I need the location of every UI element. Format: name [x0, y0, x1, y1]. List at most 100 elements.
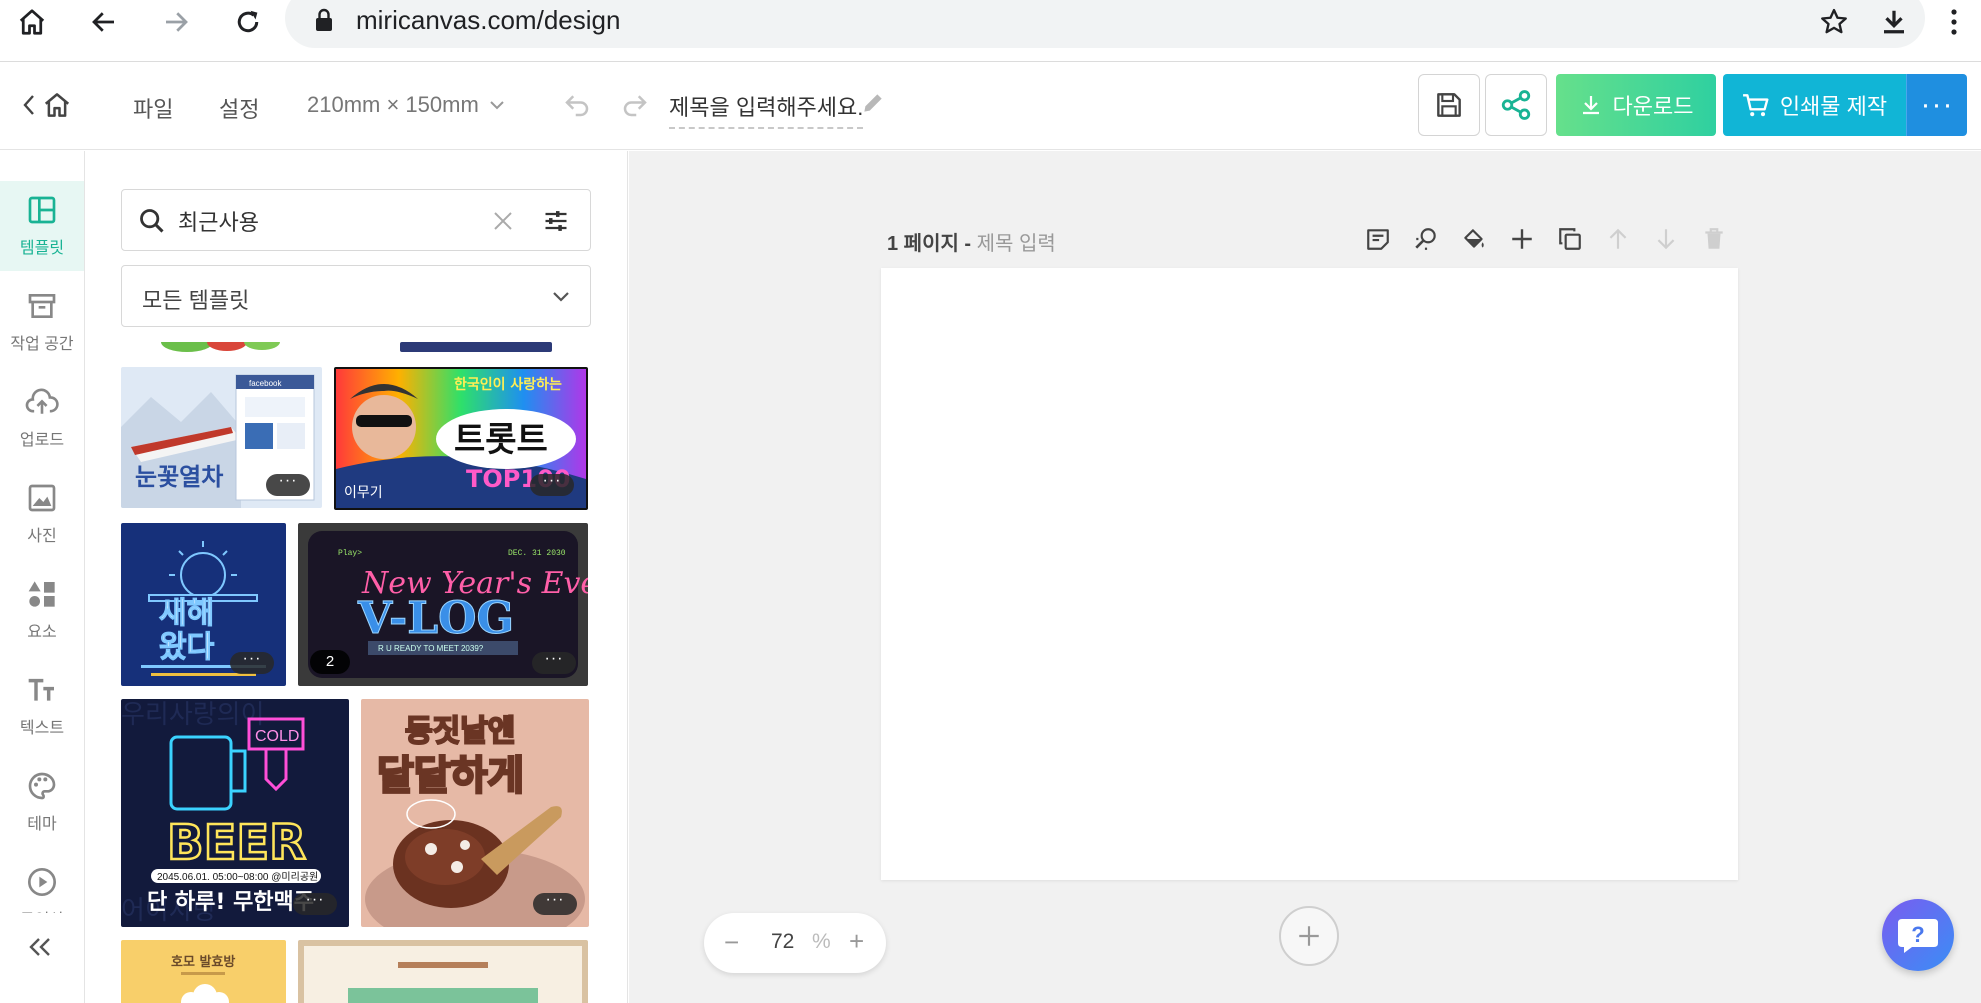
svg-text:새해: 새해 — [159, 596, 214, 631]
design-title-input[interactable]: 제목을 입력해주세요. — [669, 90, 864, 129]
page-count-badge: 2 — [310, 650, 350, 674]
sidebar-item-elements[interactable]: 요소 — [0, 565, 84, 655]
template-thumbnail[interactable]: Play> DEC. 31 2030 New Year's Eve V-LOG … — [298, 523, 588, 686]
delete-page-icon[interactable] — [1698, 223, 1730, 255]
pencil-icon[interactable] — [860, 90, 886, 116]
svg-text:Play>: Play> — [338, 549, 362, 558]
clear-search-icon[interactable] — [492, 210, 514, 232]
template-search-box[interactable] — [121, 189, 591, 251]
download-icon[interactable] — [1874, 2, 1914, 42]
template-thumbnail[interactable]: facebook 눈꽃열차 ··· — [121, 367, 322, 508]
magic-wand-icon[interactable] — [1410, 223, 1442, 255]
chevron-left-icon — [23, 95, 34, 115]
plus-icon — [1299, 926, 1319, 946]
redo-icon[interactable] — [620, 90, 650, 120]
page-title-input[interactable]: 제목 입력 — [977, 233, 1056, 255]
page-header: 1 페이지 - 제목 입력 — [887, 227, 1056, 256]
text-icon — [28, 678, 54, 701]
thumbnail-more-button[interactable]: ··· — [266, 473, 310, 496]
home-icon[interactable] — [12, 2, 52, 42]
move-page-up-icon[interactable] — [1602, 223, 1634, 255]
thumbnail-more-button[interactable]: ··· — [532, 651, 576, 674]
thumbnail-more-button[interactable]: ··· — [293, 892, 337, 915]
template-thumbnail[interactable]: 우리사랑의이 어이사랑 COLD BEER 2045.06.01. 05:00~… — [121, 699, 349, 927]
thumbnail-more-button[interactable]: ··· — [533, 892, 577, 915]
thumbnail-more-button[interactable]: ··· — [230, 651, 274, 674]
url-text[interactable]: miricanvas.com/design — [356, 5, 620, 36]
settings-menu[interactable]: 설정 — [219, 92, 259, 124]
page-number-label: 1 페이지 - — [887, 233, 977, 255]
reload-icon[interactable] — [228, 2, 268, 42]
design-page[interactable] — [881, 268, 1738, 880]
file-menu[interactable]: 파일 — [133, 92, 173, 124]
paint-bucket-icon[interactable] — [1458, 223, 1490, 255]
cart-icon — [1742, 94, 1769, 117]
chevron-down-icon — [490, 101, 504, 110]
palette-icon — [28, 772, 56, 800]
svg-text:BEER: BEER — [167, 815, 306, 871]
help-chat-icon: ? — [1898, 919, 1938, 953]
sidebar-item-workspace[interactable]: 작업 공간 — [0, 277, 84, 367]
download-button[interactable]: 다운로드 — [1556, 74, 1716, 136]
duplicate-page-icon[interactable] — [1554, 223, 1586, 255]
template-thumbnail[interactable]: 새해 왔다 ··· — [121, 523, 286, 686]
zoom-out-button[interactable]: − — [724, 927, 739, 958]
home-button[interactable] — [22, 90, 72, 120]
back-icon[interactable] — [84, 2, 124, 42]
add-page-button[interactable] — [1279, 906, 1339, 966]
more-options-label: ··· — [1920, 88, 1954, 121]
home-icon — [44, 93, 70, 117]
download-arrow-icon — [1582, 96, 1599, 115]
template-thumbnail[interactable] — [298, 940, 588, 1003]
template-thumbnail[interactable]: 동짓날엔 달달하게 ··· — [361, 699, 589, 927]
template-thumbnail[interactable] — [400, 342, 552, 352]
print-order-button[interactable]: 인쇄물 제작 — [1723, 74, 1906, 136]
sidebar-item-theme[interactable]: 테마 — [0, 757, 84, 847]
thumbnail-more-button[interactable]: ··· — [530, 473, 574, 496]
sidebar-item-upload[interactable]: 업로드 — [0, 373, 84, 463]
template-thumbnail[interactable]: 트롯트 한국인이 사랑하는 TOP100 이무기 ··· — [334, 367, 588, 510]
save-button[interactable] — [1418, 74, 1480, 136]
bookmark-star-icon[interactable] — [1814, 2, 1854, 42]
undo-icon[interactable] — [562, 90, 592, 120]
archive-icon — [28, 294, 56, 318]
layout-icon — [28, 196, 56, 224]
zoom-in-button[interactable]: + — [849, 926, 864, 957]
image-icon — [28, 484, 56, 512]
cloud-upload-icon — [25, 388, 59, 414]
collapse-sidebar-icon[interactable] — [25, 935, 55, 959]
sidebar-item-label: 템플릿 — [19, 240, 65, 257]
help-button[interactable]: ? — [1882, 899, 1954, 971]
svg-text:2045.06.01. 05:00~08:00 @미리공원: 2045.06.01. 05:00~08:00 @미리공원 — [157, 871, 318, 883]
page-size-dropdown[interactable]: 210mm × 150mm — [307, 92, 505, 118]
svg-text:V-LOG: V-LOG — [357, 593, 514, 644]
sidebar-item-photos[interactable]: 사진 — [0, 469, 84, 559]
app-header: 파일 설정 210mm × 150mm 제목을 입력해주세요. 다운로드 인쇄물… — [0, 62, 1981, 150]
template-thumbnail[interactable]: 호모 발효방 — [121, 940, 286, 1003]
svg-text:facebook: facebook — [249, 379, 282, 388]
design-canvas-area: 1 페이지 - 제목 입력 − 72 % + ? — [629, 151, 1981, 1003]
page-notes-icon[interactable] — [1362, 223, 1394, 255]
zoom-value[interactable]: 72 — [771, 930, 794, 954]
share-button[interactable] — [1485, 74, 1547, 136]
sidebar-item-templates[interactable]: 템플릿 — [0, 181, 84, 271]
template-thumbnail[interactable] — [157, 342, 287, 352]
browser-toolbar: miricanvas.com/design — [0, 0, 1981, 62]
filter-sliders-icon[interactable] — [542, 207, 570, 235]
svg-text:COLD: COLD — [255, 728, 299, 745]
forward-icon[interactable] — [156, 2, 196, 42]
svg-text:달달하게: 달달하게 — [377, 753, 524, 799]
zoom-control: − 72 % + — [704, 913, 886, 973]
sidebar-item-text[interactable]: 텍스트 — [0, 661, 84, 751]
search-input[interactable] — [178, 206, 478, 236]
shapes-icon — [28, 581, 55, 607]
browser-menu-icon[interactable] — [1936, 2, 1972, 42]
sidebar-item-label: 텍스트 — [19, 720, 65, 737]
move-page-down-icon[interactable] — [1650, 223, 1682, 255]
svg-text:왔다: 왔다 — [159, 630, 215, 665]
add-element-icon[interactable] — [1506, 223, 1538, 255]
svg-text:DEC. 31 2030: DEC. 31 2030 — [508, 549, 566, 558]
download-label: 다운로드 — [1612, 94, 1694, 119]
template-category-dropdown[interactable]: 모든 템플릿 — [121, 265, 591, 327]
more-options-button[interactable]: ··· — [1906, 74, 1967, 136]
